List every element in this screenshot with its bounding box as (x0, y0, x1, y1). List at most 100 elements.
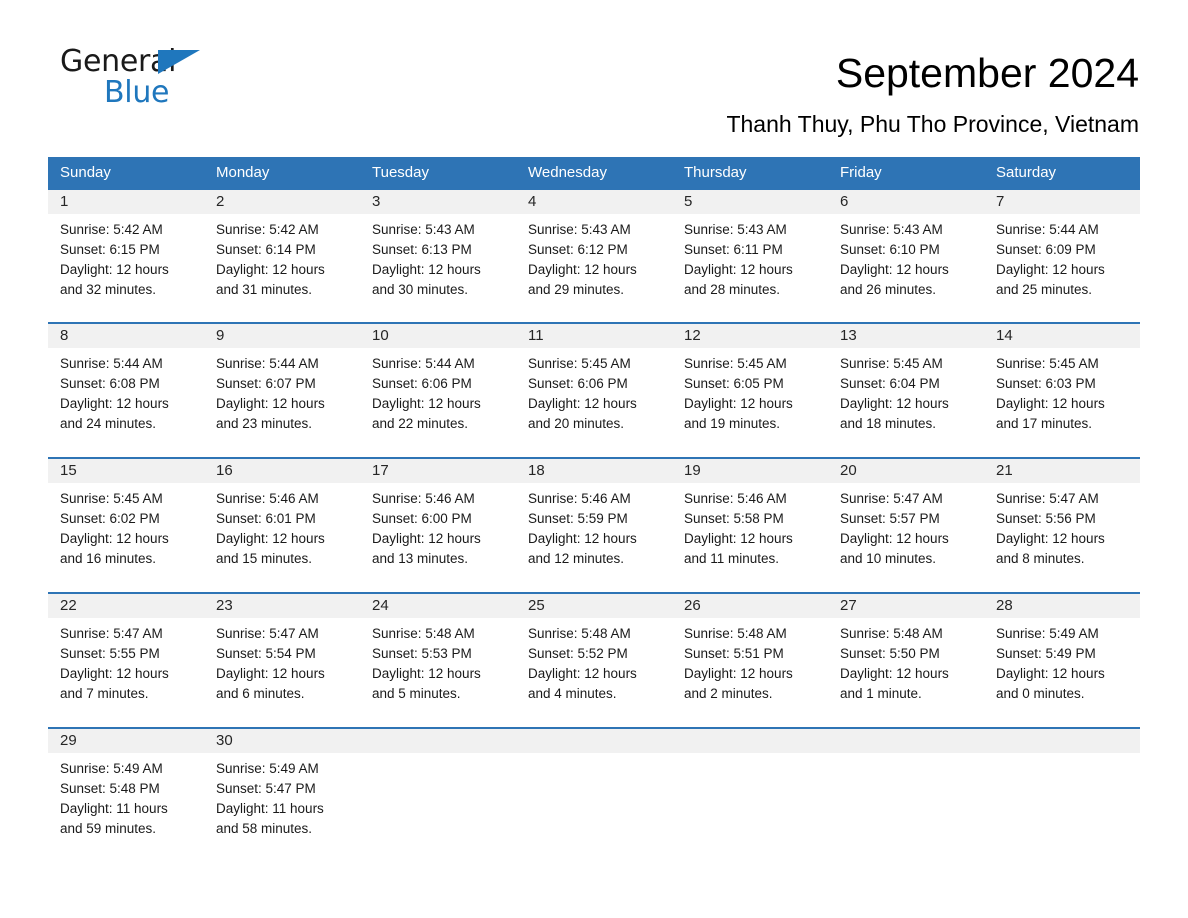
day-number[interactable]: 21 (984, 459, 1140, 483)
day-number[interactable]: 3 (360, 190, 516, 214)
page-header: General Blue September 2024 Thanh Thuy, … (0, 0, 1188, 139)
day-cell-empty (828, 753, 984, 854)
daylight-text-line1: Daylight: 12 hours (60, 531, 169, 546)
sunrise-text: Sunrise: 5:43 AM (684, 222, 787, 237)
day-cell: Sunrise: 5:45 AM Sunset: 6:05 PM Dayligh… (672, 348, 828, 449)
day-cell: Sunrise: 5:45 AM Sunset: 6:06 PM Dayligh… (516, 348, 672, 449)
daylight-text-line2: and 28 minutes. (684, 282, 781, 297)
day-cell: Sunrise: 5:45 AM Sunset: 6:02 PM Dayligh… (48, 483, 204, 584)
daylight-text-line2: and 24 minutes. (60, 416, 157, 431)
day-number[interactable]: 29 (48, 729, 204, 753)
sunset-text: Sunset: 5:56 PM (996, 511, 1096, 526)
sunset-text: Sunset: 6:15 PM (60, 242, 160, 257)
sunset-text: Sunset: 6:13 PM (372, 242, 472, 257)
day-number[interactable]: 6 (828, 190, 984, 214)
sunset-text: Sunset: 5:55 PM (60, 646, 160, 661)
daylight-text-line1: Daylight: 12 hours (528, 666, 637, 681)
day-number[interactable]: 14 (984, 324, 1140, 348)
sunset-text: Sunset: 6:10 PM (840, 242, 940, 257)
week-daynumber-band: 15 16 17 18 19 20 21 (48, 459, 1140, 483)
daylight-text-line1: Daylight: 12 hours (840, 396, 949, 411)
day-number[interactable]: 10 (360, 324, 516, 348)
day-number[interactable]: 8 (48, 324, 204, 348)
daylight-text-line2: and 18 minutes. (840, 416, 937, 431)
day-number[interactable]: 1 (48, 190, 204, 214)
weekday-header-saturday: Saturday (996, 164, 1057, 181)
day-number[interactable]: 18 (516, 459, 672, 483)
sunrise-text: Sunrise: 5:43 AM (528, 222, 631, 237)
day-number[interactable]: 5 (672, 190, 828, 214)
day-number[interactable]: 24 (360, 594, 516, 618)
day-number[interactable]: 16 (204, 459, 360, 483)
week-daynumber-band: 22 23 24 25 26 27 28 (48, 594, 1140, 618)
daylight-text-line2: and 20 minutes. (528, 416, 625, 431)
daylight-text-line2: and 15 minutes. (216, 551, 313, 566)
day-number[interactable]: 30 (204, 729, 360, 753)
weekday-header-thursday: Thursday (684, 164, 747, 181)
daylight-text-line1: Daylight: 12 hours (840, 666, 949, 681)
sunset-text: Sunset: 6:12 PM (528, 242, 628, 257)
sunrise-text: Sunrise: 5:48 AM (840, 626, 943, 641)
daylight-text-line2: and 11 minutes. (684, 551, 780, 566)
calendar-week-row: 29 30 Sunrise: 5:49 AM Sunset: 5:48 PM D… (48, 727, 1140, 862)
daylight-text-line2: and 0 minutes. (996, 686, 1085, 701)
day-cell: Sunrise: 5:44 AM Sunset: 6:09 PM Dayligh… (984, 214, 1140, 315)
day-cell: Sunrise: 5:46 AM Sunset: 5:58 PM Dayligh… (672, 483, 828, 584)
sunset-text: Sunset: 6:01 PM (216, 511, 316, 526)
day-number[interactable]: 9 (204, 324, 360, 348)
sunset-text: Sunset: 6:00 PM (372, 511, 472, 526)
sunset-text: Sunset: 6:06 PM (372, 376, 472, 391)
daylight-text-line2: and 4 minutes. (528, 686, 617, 701)
daylight-text-line2: and 5 minutes. (372, 686, 461, 701)
day-number[interactable]: 7 (984, 190, 1140, 214)
day-number[interactable]: 11 (516, 324, 672, 348)
daylight-text-line1: Daylight: 12 hours (216, 262, 325, 277)
sunset-text: Sunset: 5:48 PM (60, 781, 160, 796)
daylight-text-line1: Daylight: 11 hours (216, 801, 324, 816)
weekday-header-sunday: Sunday (60, 164, 111, 181)
day-number[interactable]: 26 (672, 594, 828, 618)
triangle-icon (158, 50, 200, 74)
sunrise-text: Sunrise: 5:45 AM (60, 491, 163, 506)
sunset-text: Sunset: 5:57 PM (840, 511, 940, 526)
day-number[interactable]: 20 (828, 459, 984, 483)
day-cell-empty (360, 753, 516, 854)
day-number[interactable]: 15 (48, 459, 204, 483)
daylight-text-line1: Daylight: 12 hours (60, 666, 169, 681)
day-number[interactable]: 23 (204, 594, 360, 618)
day-cell: Sunrise: 5:43 AM Sunset: 6:12 PM Dayligh… (516, 214, 672, 315)
sunrise-text: Sunrise: 5:48 AM (372, 626, 475, 641)
day-number[interactable]: 2 (204, 190, 360, 214)
sunrise-text: Sunrise: 5:47 AM (216, 626, 319, 641)
day-cell: Sunrise: 5:47 AM Sunset: 5:55 PM Dayligh… (48, 618, 204, 719)
day-number[interactable]: 17 (360, 459, 516, 483)
page-subtitle: Thanh Thuy, Phu Tho Province, Vietnam (726, 111, 1139, 137)
day-number[interactable]: 4 (516, 190, 672, 214)
sunset-text: Sunset: 6:11 PM (684, 242, 783, 257)
calendar-week-row: 1 2 3 4 5 6 7 Sunrise: 5:42 AM Sunset: 6… (48, 188, 1140, 322)
page-title: September 2024 (835, 50, 1139, 96)
sunrise-text: Sunrise: 5:47 AM (60, 626, 163, 641)
sunrise-text: Sunrise: 5:43 AM (840, 222, 943, 237)
daylight-text-line2: and 58 minutes. (216, 821, 313, 836)
day-number[interactable]: 28 (984, 594, 1140, 618)
daylight-text-line1: Daylight: 12 hours (528, 262, 637, 277)
day-number-empty (828, 729, 984, 753)
day-cell: Sunrise: 5:48 AM Sunset: 5:50 PM Dayligh… (828, 618, 984, 719)
day-number[interactable]: 22 (48, 594, 204, 618)
day-number[interactable]: 13 (828, 324, 984, 348)
day-number[interactable]: 27 (828, 594, 984, 618)
day-cell: Sunrise: 5:46 AM Sunset: 5:59 PM Dayligh… (516, 483, 672, 584)
weekday-header-friday: Friday (840, 164, 882, 181)
daylight-text-line1: Daylight: 12 hours (216, 396, 325, 411)
day-number[interactable]: 12 (672, 324, 828, 348)
sunrise-text: Sunrise: 5:46 AM (684, 491, 787, 506)
daylight-text-line2: and 22 minutes. (372, 416, 469, 431)
day-number[interactable]: 19 (672, 459, 828, 483)
daylight-text-line2: and 26 minutes. (840, 282, 937, 297)
daylight-text-line2: and 59 minutes. (60, 821, 157, 836)
daylight-text-line1: Daylight: 12 hours (684, 666, 793, 681)
logo[interactable]: General Blue (60, 47, 210, 117)
day-number[interactable]: 25 (516, 594, 672, 618)
day-cell-empty (672, 753, 828, 854)
